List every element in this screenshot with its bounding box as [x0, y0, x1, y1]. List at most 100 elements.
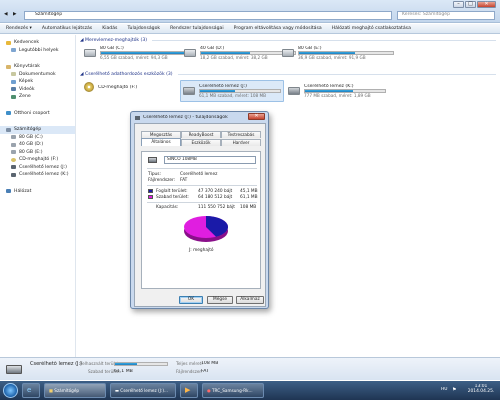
nav-drive-k[interactable]: Cserélhető lemez (K:): [0, 171, 75, 179]
hdd-group-header[interactable]: ◢ Merevlemez-meghajtók (3): [80, 38, 496, 43]
close-button[interactable]: ✕: [477, 1, 496, 8]
nav-label: Számítógép: [14, 127, 42, 133]
music-icon: [11, 94, 16, 99]
start-button[interactable]: [3, 383, 18, 398]
nav-homegroup[interactable]: Otthoni csoport: [0, 110, 75, 118]
free-space-bytes: 64 180 512 bájt: [198, 195, 233, 200]
nav-computer[interactable]: Számítógép: [0, 126, 75, 134]
dialog-close-button[interactable]: ✕: [248, 113, 265, 120]
nav-libraries[interactable]: Könyvtárak: [0, 63, 75, 71]
drive-item-k[interactable]: Cserélhető lemez (K:) 777 MB szabad, mér…: [286, 80, 390, 102]
drive-item-c[interactable]: 80 GB (C:) 6,55 GB szabad, méret: 94,3 G…: [84, 46, 200, 60]
clock[interactable]: 13:01 2014.04.25.: [466, 384, 496, 394]
nav-label: Videók: [19, 86, 35, 92]
drive-free-text: 777 MB szabad, méret: 1,89 GB: [304, 92, 371, 98]
nav-drive-c[interactable]: 80 GB (C:): [0, 134, 75, 142]
back-button[interactable]: ◀: [4, 12, 8, 17]
tab-sharing[interactable]: Megosztás: [141, 131, 181, 138]
type-label: Típus:: [148, 172, 161, 177]
removable-drive-icon: [135, 115, 140, 120]
tray-icons[interactable]: ⚑: [452, 387, 456, 393]
drive-item-e[interactable]: 80 GB (E:) 36,9 GB szabad, méret: 91,9 G…: [282, 46, 398, 60]
navigation-pane: Kedvencek Legutóbbi helyek Könyvtárak Do…: [0, 35, 76, 357]
nav-music[interactable]: Zene: [0, 93, 75, 101]
removable-drive-icon: [183, 87, 195, 95]
nav-drive-j[interactable]: Cserélhető lemez (J:): [0, 164, 75, 172]
volume-label-input[interactable]: SINCO 108MB: [164, 156, 256, 164]
nav-network[interactable]: Hálózat: [0, 188, 75, 196]
back-icon: ◀: [4, 12, 8, 17]
ok-button[interactable]: OK: [179, 296, 203, 304]
drive-usage-fill: [299, 52, 356, 54]
nav-drive-f[interactable]: CD-meghajtó (F:): [0, 156, 75, 164]
search-input[interactable]: Keresés: Számítógép: [397, 11, 495, 20]
nav-videos[interactable]: Videók: [0, 86, 75, 94]
videos-icon: [11, 87, 16, 92]
eject-button[interactable]: Kiadás: [102, 26, 117, 31]
cancel-button[interactable]: Mégse: [207, 296, 233, 304]
system-properties-button[interactable]: Rendszer tulajdonságai: [170, 26, 224, 31]
removable-drive-icon: [288, 87, 300, 95]
nav-label: 80 GB (E:): [19, 149, 43, 155]
free-space-swatch: [148, 195, 153, 199]
filesystem-value: FAT: [180, 178, 188, 183]
nav-pictures[interactable]: Képek: [0, 78, 75, 86]
forward-button[interactable]: ▶: [13, 12, 17, 17]
autoplay-button[interactable]: Automatikus lejátszás: [42, 26, 92, 31]
tab-panel-general: SINCO 108MB Típus: Cserélhető lemez Fájl…: [141, 151, 261, 289]
hard-drive-icon: [11, 135, 16, 140]
disk-usage-pie: [184, 216, 228, 242]
drive-name: CD-meghajtó (F:): [98, 84, 138, 90]
taskbar-item-samsung[interactable]: ● TRC_Samsung-Rk...: [202, 383, 264, 398]
drive-usage-fill: [305, 90, 353, 92]
map-network-drive-button[interactable]: Hálózati meghajtó csatlakoztatása: [332, 26, 411, 31]
nav-favorites[interactable]: Kedvencek: [0, 39, 75, 47]
organize-button[interactable]: Rendezés ▾: [6, 26, 32, 31]
nav-label: 80 GB (C:): [19, 134, 43, 140]
nav-drive-e[interactable]: 80 GB (E:): [0, 149, 75, 157]
drive-free-text: 36,9 GB szabad, méret: 91,9 GB: [298, 54, 366, 60]
divider: [147, 185, 257, 186]
tab-tools[interactable]: Eszközök: [181, 139, 221, 146]
tab-hardware[interactable]: Hardver: [221, 139, 261, 146]
homegroup-icon: [6, 111, 11, 116]
tab-general[interactable]: Általános: [141, 138, 181, 146]
taskbar-item-properties[interactable]: ▬ Cserélhető lemez (J:)...: [110, 383, 176, 398]
properties-button[interactable]: Tulajdonságok: [127, 26, 160, 31]
nav-label: Dokumentumok: [19, 71, 56, 77]
nav-label: Hálózat: [14, 188, 32, 194]
removable-drive-icon: [6, 365, 22, 374]
apply-button[interactable]: Alkalmaz: [236, 296, 264, 304]
tab-readyboost[interactable]: ReadyBoost: [181, 131, 221, 138]
drive-item-j[interactable]: Cserélhető lemez (J:) 61,1 MB szabad, mé…: [180, 80, 284, 102]
nav-label: Otthoni csoport: [14, 110, 50, 116]
library-icon: [6, 64, 11, 69]
capacity-label: Kapacitás:: [156, 205, 179, 210]
details-free-value: 61,1 MB: [114, 369, 133, 374]
nav-drive-d[interactable]: 40 GB (D:): [0, 141, 75, 149]
nav-documents[interactable]: Dokumentumok: [0, 71, 75, 79]
removable-group-header[interactable]: ◢ Cserélhető adathordozós eszközök (3): [80, 72, 496, 77]
dialog-title: Cserélhető lemez (J:) - tulajdonságok: [143, 115, 228, 120]
taskbar-pin-media[interactable]: ▶: [180, 383, 198, 398]
taskbar-pin-ie[interactable]: e: [22, 383, 40, 398]
taskbar-item-computer[interactable]: ■ Számítógép: [44, 383, 106, 398]
minimize-button[interactable]: –: [453, 1, 464, 8]
nav-recent-places[interactable]: Legutóbbi helyek: [0, 47, 75, 55]
hard-drive-icon: [84, 48, 96, 57]
free-space-label: Szabad terület:: [156, 195, 189, 200]
tab-customize[interactable]: Testreszabás: [221, 131, 261, 138]
window-controls: – □ ✕: [452, 1, 496, 8]
nav-label: 40 GB (D:): [19, 142, 44, 148]
recent-places-icon: [11, 48, 16, 53]
used-space-label: Foglalt terület:: [156, 189, 188, 194]
uninstall-program-button[interactable]: Program eltávolítása vagy módosítása: [234, 26, 322, 31]
clock-date: 2014.04.25.: [467, 389, 495, 394]
language-indicator[interactable]: HU: [441, 387, 448, 392]
address-bar[interactable]: Számítógép: [24, 11, 392, 20]
filesystem-label: Fájlrendszer:: [148, 178, 176, 183]
window-titlebar: – □ ✕ ◀ ▶ Számítógép Keresés: Számítógép: [0, 0, 500, 23]
details-name: Cserélhető lemez (J:): [30, 361, 83, 367]
maximize-button[interactable]: □: [465, 1, 476, 8]
drive-item-f[interactable]: CD-meghajtó (F:): [84, 82, 174, 92]
